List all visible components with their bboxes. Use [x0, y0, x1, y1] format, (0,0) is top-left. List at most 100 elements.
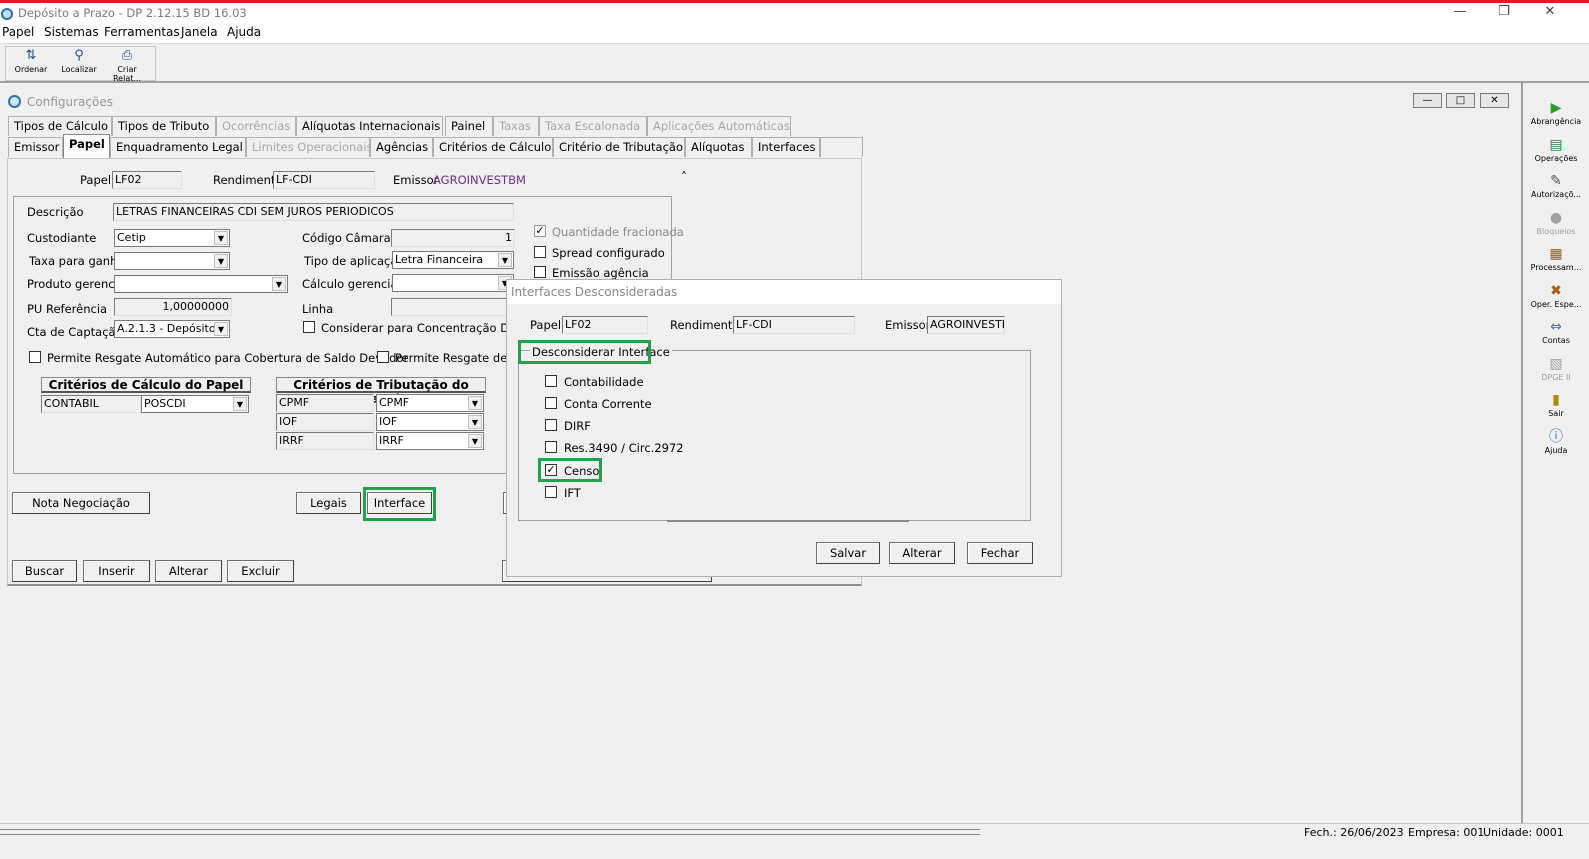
chevron-down-icon[interactable]: ▼: [214, 322, 228, 336]
res3490-checkbox[interactable]: [545, 441, 557, 453]
inserir-button[interactable]: Inserir: [83, 560, 150, 582]
tab-tipos-tributo[interactable]: Tipos de Tributo: [112, 116, 216, 136]
close-icon[interactable]: ✕: [1540, 4, 1560, 20]
chevron-down-icon[interactable]: ▼: [468, 434, 482, 448]
dlg-alterar-button[interactable]: Alterar: [889, 542, 955, 564]
chevron-down-icon[interactable]: ▼: [272, 277, 286, 291]
abrangencia-button[interactable]: ▶ Abrangência: [1523, 99, 1589, 135]
pu-label: PU Referência: [27, 302, 108, 316]
tab-papel[interactable]: Papel: [63, 134, 110, 158]
cfg-restore-icon[interactable]: □: [1446, 93, 1475, 108]
rendimento-field[interactable]: LF-CDI: [273, 171, 375, 189]
ift-checkbox[interactable]: [545, 486, 557, 498]
chevron-down-icon[interactable]: ▼: [214, 231, 228, 245]
tab-aliquotas-internacionais[interactable]: Alíquotas Internacionais: [296, 116, 443, 136]
trib-row-1-b[interactable]: CPMF ▼: [376, 394, 484, 412]
bloqueios-button[interactable]: ● Bloqueios: [1523, 209, 1589, 245]
tab-taxa-escalonada[interactable]: Taxa Escalonada: [539, 116, 647, 136]
tab-criterio-tributacao[interactable]: Critério de Tributação: [553, 137, 685, 157]
trib-row-2-b[interactable]: IOF ▼: [376, 413, 484, 431]
processamento-button[interactable]: ▦ Processam...: [1523, 245, 1589, 281]
chevron-down-icon[interactable]: ▼: [233, 397, 247, 411]
dirf-checkbox[interactable]: [545, 419, 557, 431]
linha-field[interactable]: [391, 298, 515, 316]
produto-select[interactable]: ▼: [114, 275, 288, 293]
resgate-auto-checkbox[interactable]: [29, 351, 41, 363]
nota-negociacao-button[interactable]: Nota Negociação: [12, 492, 150, 514]
qtd-fracionada-checkbox[interactable]: ✓: [534, 225, 546, 237]
tab-tipos-calculo[interactable]: Tipos de Cálculo: [8, 116, 112, 136]
menu-ajuda[interactable]: Ajuda: [227, 25, 261, 39]
tab-painel[interactable]: Painel: [445, 116, 493, 136]
menu-papel[interactable]: Papel: [2, 25, 34, 39]
emissao-checkbox[interactable]: [534, 266, 546, 278]
cfg-close-icon[interactable]: ✕: [1480, 93, 1509, 108]
criterio-calculo-b[interactable]: POSCDI ▼: [141, 395, 249, 413]
operacoes-button[interactable]: ▤ Operações: [1523, 136, 1589, 172]
restore-icon[interactable]: ❐: [1494, 4, 1514, 20]
minimize-icon[interactable]: —: [1450, 4, 1470, 20]
alterar-button[interactable]: Alterar: [155, 560, 222, 582]
resgate-apli-checkbox[interactable]: [377, 351, 389, 363]
taxa-select[interactable]: ▼: [114, 252, 230, 270]
dlg-papel-field[interactable]: LF02: [562, 316, 648, 334]
sair-button[interactable]: ▮ Sair: [1523, 391, 1589, 427]
chevron-down-icon[interactable]: ▼: [214, 254, 228, 268]
codigo-camara-field[interactable]: 1: [391, 229, 515, 247]
trib-row-3-b[interactable]: IRRF ▼: [376, 432, 484, 450]
excluir-button[interactable]: Excluir: [227, 560, 294, 582]
papel-field[interactable]: LF02: [112, 171, 182, 189]
menu-sistemas[interactable]: Sistemas: [44, 25, 99, 39]
scroll-up-icon[interactable]: ˄: [681, 170, 687, 184]
buscar-button[interactable]: Buscar: [12, 560, 77, 582]
dlg-rendimento-field[interactable]: LF-CDI: [733, 316, 855, 334]
contas-button[interactable]: ⇔ Contas: [1523, 318, 1589, 354]
trib-row-2-a[interactable]: IOF: [276, 413, 374, 431]
considerar-checkbox[interactable]: [303, 321, 315, 333]
custodiante-select[interactable]: Cetip ▼: [114, 229, 230, 247]
dlg-fechar-button[interactable]: Fechar: [967, 542, 1033, 564]
legais-button[interactable]: Legais: [296, 492, 361, 514]
tab-agencias[interactable]: Agências: [370, 137, 433, 157]
criar-relat-button[interactable]: ⎙ Criar Relat...: [104, 46, 150, 83]
exit-icon: ▮: [1552, 392, 1560, 408]
dlg-emissor-field[interactable]: AGROINVESTB: [927, 316, 1005, 334]
tipo-aplicacao-select[interactable]: Letra Financeira ▼: [392, 251, 514, 269]
descricao-field[interactable]: LETRAS FINANCEIRAS CDI SEM JUROS PERIODI…: [113, 203, 514, 221]
menu-janela[interactable]: Janela: [181, 25, 218, 39]
dlg-salvar-button[interactable]: Salvar: [816, 542, 880, 564]
ajuda-label: Ajuda: [1544, 446, 1568, 455]
cfg-minimize-icon[interactable]: —: [1413, 93, 1442, 108]
criterio-calculo-a[interactable]: CONTABIL: [41, 395, 141, 413]
trib-row-1-a[interactable]: CPMF: [276, 394, 374, 412]
localizar-button[interactable]: ⚲ Localizar: [56, 46, 102, 80]
ordenar-button[interactable]: ⇅ Ordenar: [8, 46, 54, 80]
calculo-gerencial-select[interactable]: ▼: [392, 274, 514, 292]
spread-checkbox[interactable]: [534, 246, 546, 258]
trib-row-3-a[interactable]: IRRF: [276, 432, 374, 450]
tab-enquadramento-legal[interactable]: Enquadramento Legal: [110, 137, 246, 157]
tab-limites-operacionais[interactable]: Limites Operacionais: [246, 137, 373, 157]
tab-criterios-calculo[interactable]: Critérios de Cálculo: [433, 137, 553, 157]
horizontal-scrollbar[interactable]: [0, 829, 980, 835]
dpge-button[interactable]: ▧ DPGE II: [1523, 355, 1589, 391]
chevron-down-icon[interactable]: ▼: [498, 253, 512, 267]
contabilidade-checkbox[interactable]: [545, 375, 557, 387]
tab-ocorrencias[interactable]: Ocorrências: [216, 116, 296, 136]
chevron-down-icon[interactable]: ▼: [468, 415, 482, 429]
tab-emissor[interactable]: Emissor: [8, 137, 63, 157]
chevron-down-icon[interactable]: ▼: [468, 396, 482, 410]
autorizacoes-button[interactable]: ✎ Autorizaçõ...: [1523, 172, 1589, 208]
oper-espe-button[interactable]: ✖ Oper. Espe...: [1523, 282, 1589, 318]
tab-interfaces[interactable]: Interfaces: [752, 137, 820, 157]
tab-aplicacoes-automaticas[interactable]: Aplicações Automáticas: [647, 116, 791, 136]
dirf-label: DIRF: [564, 419, 591, 433]
tab-aliquotas[interactable]: Alíquotas: [685, 137, 752, 157]
conta-corrente-checkbox[interactable]: [545, 397, 557, 409]
cta-select[interactable]: A.2.1.3 - Depósito a ▼: [114, 320, 230, 338]
trib-row-1-b-value: CPMF: [379, 396, 410, 409]
ajuda-button[interactable]: ⓘ Ajuda: [1523, 428, 1589, 464]
tab-taxas[interactable]: Taxas: [493, 116, 539, 136]
menu-ferramentas[interactable]: Ferramentas: [104, 25, 180, 39]
pu-field[interactable]: 1,00000000: [114, 298, 232, 316]
